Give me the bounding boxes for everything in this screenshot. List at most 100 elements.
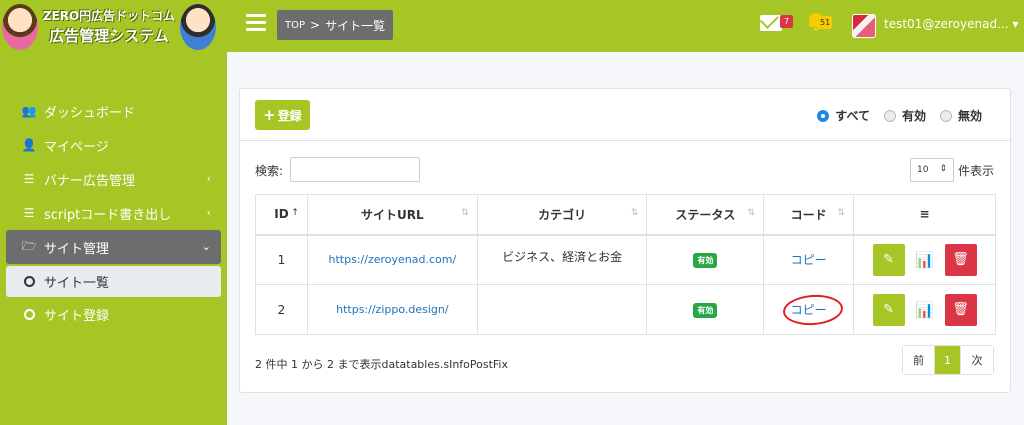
brand-name: ZERO円広告ドットコム: [42, 9, 176, 23]
chevron-down-icon: ⌄: [201, 240, 211, 253]
plus-icon: +: [263, 106, 276, 124]
col-actions: ≡: [853, 194, 996, 236]
col-status[interactable]: ステータス ⇅: [646, 194, 765, 236]
site-list-card: + 登録 すべて 有効 無効 検索: 10 ⇕ 件表示 ID ↑ サイトURL ⇅ …: [239, 88, 1011, 393]
mascot-boy-icon: [180, 4, 216, 50]
user-email: test01@zeroyenad...: [884, 17, 1009, 31]
col-id-label: ID: [274, 207, 289, 222]
notification-count-badge: 51: [818, 16, 833, 29]
layers-icon: ☰: [23, 172, 35, 186]
prev-page-button[interactable]: 前: [903, 346, 935, 374]
filter-inactive-label: 無効: [957, 109, 982, 123]
filter-all-label: すべて: [835, 109, 870, 123]
sort-icon: ⇅: [461, 208, 469, 218]
user-icon: 👤: [21, 138, 37, 152]
next-page-button[interactable]: 次: [961, 346, 993, 374]
brand-subtitle: 広告管理システム: [49, 27, 169, 45]
cell-status: 有効: [646, 284, 765, 335]
sidebar-item-label: scriptコード書き出し: [44, 207, 172, 223]
cell-category: ビジネス、経済とお金: [476, 234, 648, 285]
filter-inactive-radio[interactable]: 無効: [939, 107, 982, 124]
users-icon: 👥: [21, 104, 37, 118]
sidebar-item-label: バナー広告管理: [44, 173, 136, 189]
circle-icon: [20, 308, 38, 320]
sort-icon: ⇅: [837, 208, 846, 218]
edit-button[interactable]: ✎: [872, 243, 905, 276]
menu-toggle-icon[interactable]: [246, 14, 266, 32]
breadcrumb-current: サイト一覧: [325, 18, 386, 33]
delete-button[interactable]: 🗑: [944, 243, 977, 276]
sidebar-item-mypage[interactable]: 👤 マイページ: [6, 128, 221, 162]
site-url-link[interactable]: https://zippo.design/: [306, 284, 478, 335]
status-badge: 有効: [693, 302, 718, 318]
sidebar-item-label: サイト管理: [44, 241, 110, 257]
sidebar-item-site-list[interactable]: サイト一覧: [6, 266, 221, 297]
sidebar-item-banner[interactable]: ☰ バナー広告管理 ‹: [6, 162, 221, 196]
site-table: ID ↑ サイトURL ⇅ カテゴリ ⇅ ステータス ⇅ コード ⇅ ≡ 1 https:…: [255, 194, 996, 335]
cell-category: [476, 284, 648, 335]
sidebar-item-label: マイページ: [44, 139, 109, 155]
site-url-link[interactable]: https://zeroyenad.com/: [306, 234, 478, 285]
col-id[interactable]: ID ↑: [255, 194, 308, 236]
delete-button[interactable]: 🗑: [944, 293, 977, 326]
edit-button[interactable]: ✎: [872, 293, 905, 326]
page-length-label: 件表示: [958, 164, 995, 178]
sidebar-item-label: ダッシュボード: [44, 105, 136, 121]
page-length-select[interactable]: 10 ⇕: [910, 158, 954, 182]
filter-active-radio[interactable]: 有効: [883, 107, 926, 124]
sidebar-item-site-register[interactable]: サイト登録: [6, 297, 221, 331]
stats-button[interactable]: 📊: [909, 244, 941, 276]
breadcrumb-top-link[interactable]: TOP: [285, 20, 305, 31]
sidebar-item-dashboard[interactable]: 👥 ダッシュボード: [6, 94, 221, 128]
mail-icon[interactable]: [760, 15, 782, 31]
stats-button[interactable]: 📊: [909, 294, 941, 326]
breadcrumb: TOP > サイト一覧: [277, 10, 394, 40]
search-label: 検索:: [255, 164, 284, 178]
circle-icon: [20, 276, 38, 287]
cell-actions: ✎ 📊 🗑: [853, 234, 996, 285]
pagination: 前 1 次: [902, 345, 994, 375]
search-input[interactable]: [290, 157, 420, 182]
copy-code-link[interactable]: コピー: [791, 301, 827, 318]
select-arrows-icon: ⇕: [939, 164, 947, 174]
sidebar-item-site-admin[interactable]: 🗁 サイト管理 ⌄: [6, 230, 221, 264]
col-code-label: コード: [790, 207, 827, 222]
table-row: 2 https://zippo.design/ 有効 コピー ✎ 📊 🗑: [255, 284, 996, 335]
sort-icon: ⇅: [630, 208, 639, 218]
chart-icon: 📊: [915, 250, 934, 269]
edit-icon: ✎: [883, 252, 894, 268]
sidebar-item-label: サイト一覧: [44, 276, 110, 291]
menu-lines-icon: ≡: [919, 207, 930, 222]
sidebar-item-label: サイト登録: [44, 308, 110, 324]
sidebar-nav: 👥 ダッシュボード 👤 マイページ ☰ バナー広告管理 ‹ ☰ scriptコー…: [0, 94, 227, 331]
col-code[interactable]: コード ⇅: [763, 194, 855, 236]
table-header-row: ID ↑ サイトURL ⇅ カテゴリ ⇅ ステータス ⇅ コード ⇅ ≡: [255, 194, 996, 236]
page-1-button[interactable]: 1: [935, 346, 961, 374]
copy-code-link[interactable]: コピー: [791, 253, 827, 267]
sidebar: ZERO円広告ドットコム 広告管理システム 👥 ダッシュボード 👤 マイページ …: [0, 0, 227, 425]
table-info: 2 件中 1 から 2 まで表示datatables.sInfoPostFix: [255, 358, 508, 371]
table-row: 1 https://zeroyenad.com/ ビジネス、経済とお金 有効 コ…: [255, 234, 996, 285]
layers-icon: ☰: [23, 206, 35, 220]
avatar[interactable]: [852, 14, 876, 38]
add-site-button[interactable]: + 登録: [255, 100, 310, 130]
folder-icon: 🗁: [21, 238, 37, 253]
add-button-label: 登録: [277, 108, 302, 123]
col-url-label: サイトURL: [361, 207, 424, 222]
caret-down-icon: ▾: [1012, 17, 1019, 31]
col-status-label: ステータス: [675, 207, 736, 222]
trash-icon: 🗑: [952, 302, 969, 317]
col-url[interactable]: サイトURL ⇅: [306, 194, 478, 236]
sort-asc-icon: ↑: [291, 208, 299, 218]
status-filter: すべて 有効 無効: [803, 107, 982, 124]
cell-id: 2: [255, 284, 308, 335]
cell-actions: ✎ 📊 🗑: [853, 284, 996, 335]
col-category[interactable]: カテゴリ ⇅: [476, 194, 648, 236]
status-badge: 有効: [693, 252, 718, 268]
user-menu[interactable]: test01@zeroyenad... ▾: [884, 17, 1018, 31]
cell-code: コピー: [763, 234, 855, 285]
sidebar-item-script[interactable]: ☰ scriptコード書き出し ‹: [6, 196, 221, 230]
card-header: + 登録 すべて 有効 無効: [240, 89, 1010, 141]
filter-all-radio[interactable]: すべて: [817, 107, 870, 124]
brand-logo[interactable]: ZERO円広告ドットコム 広告管理システム: [0, 0, 227, 52]
